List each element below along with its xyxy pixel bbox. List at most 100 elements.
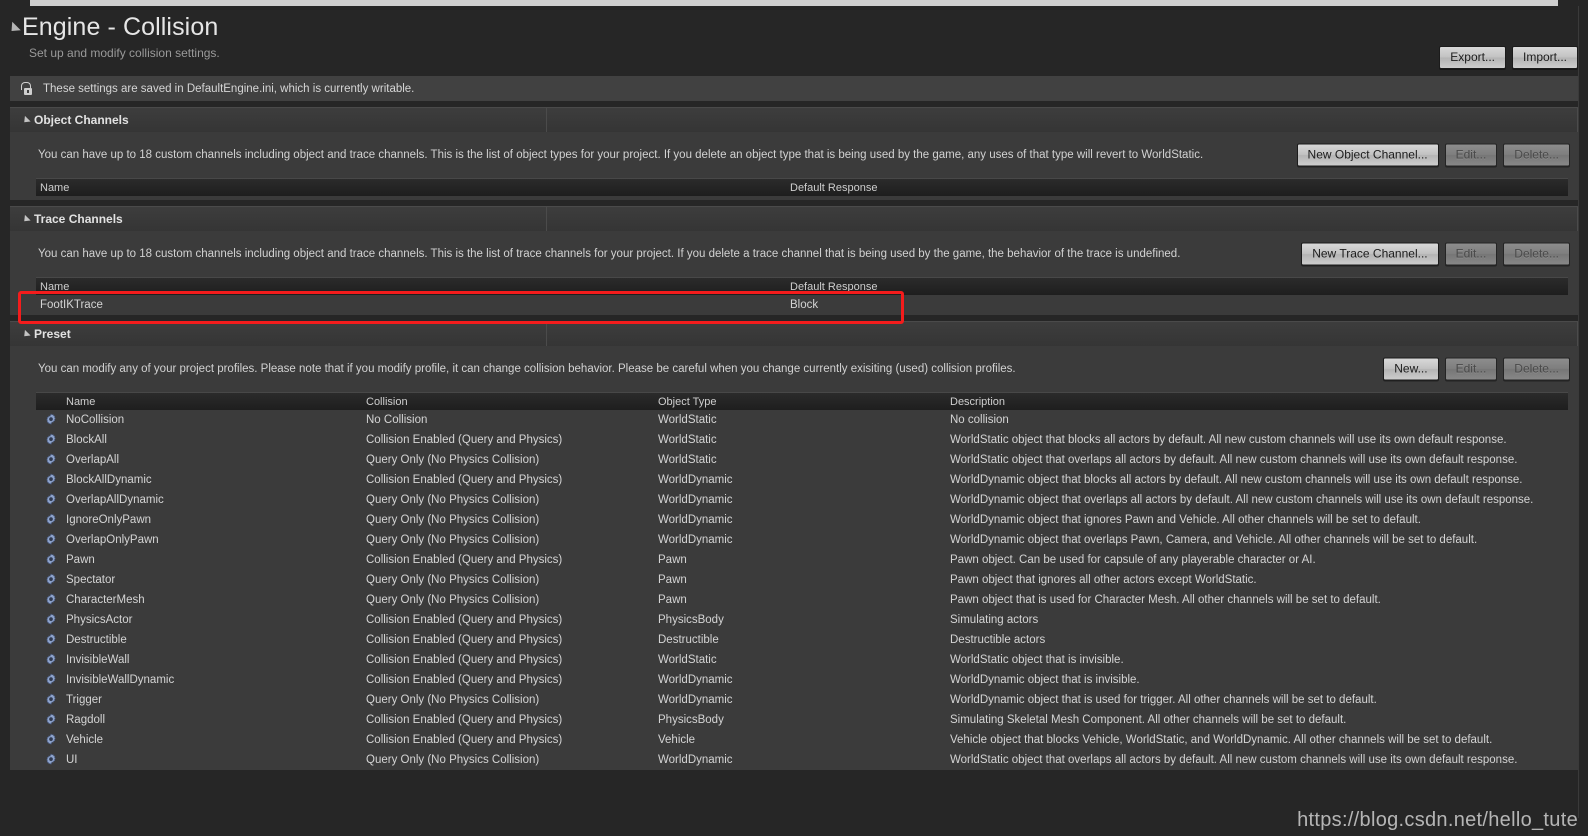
delete-object-channel-button[interactable]: Delete... [1503,143,1570,167]
preset-gear-icon [36,633,62,647]
table-row[interactable]: OverlapAllDynamic Query Only (No Physics … [36,490,1568,510]
column-header-default-response[interactable]: Default Response [786,281,1186,293]
edit-trace-channel-button[interactable]: Edit... [1444,242,1498,266]
gear-icon [46,673,56,685]
table-row[interactable]: InvisibleWallDynamic Collision Enabled (Q… [36,670,1568,690]
table-row[interactable]: NoCollision No Collision WorldStatic No col… [36,410,1568,430]
object-channels-desc-row: You can have up to 18 custom channels in… [10,132,1578,178]
header-buttons: Export... Import... [1439,46,1578,69]
gear-icon [46,753,56,765]
preset-table-header: Name Collision Object Type Description [36,392,1568,410]
preset-gear-icon [36,613,62,627]
table-row[interactable]: InvisibleWall Collision Enabled (Query an… [36,650,1568,670]
table-row[interactable]: Ragdoll Collision Enabled (Query and Phys… [36,710,1568,730]
cell-object-type: WorldStatic [658,434,717,446]
column-header-name[interactable]: Name [36,182,786,194]
chevron-down-icon[interactable] [21,214,31,224]
cell-collision: No Collision [366,414,428,426]
table-row[interactable]: OverlapAll Query Only (No Physics Collisi… [36,450,1568,470]
edit-object-channel-button[interactable]: Edit... [1444,143,1498,167]
right-scroll-rail[interactable] [1578,6,1588,836]
table-row[interactable]: Vehicle Collision Enabled (Query and Phys… [36,730,1568,750]
object-channels-body: You can have up to 18 custom channels in… [10,132,1578,200]
cell-collision: Query Only (No Physics Collision) [366,534,540,546]
cell-name: PhysicsActor [66,614,133,626]
table-row[interactable]: IgnoreOnlyPawn Query Only (No Physics Col… [36,510,1568,530]
cell-default-response: Block [790,299,819,311]
export-button[interactable]: Export... [1439,46,1506,69]
collapse-triangle-icon[interactable] [7,21,21,36]
cell-collision: Collision Enabled (Query and Physics) [366,634,563,646]
cell-name: Spectator [66,574,116,586]
cell-description: WorldDynamic object that overlaps Pawn, … [950,534,1478,546]
gear-icon [46,733,56,745]
gear-icon [46,533,56,545]
column-header-description[interactable]: Description [946,396,1546,408]
table-row[interactable]: Destructible Collision Enabled (Query and… [36,630,1568,650]
column-header-collision[interactable]: Collision [362,396,654,408]
delete-preset-button[interactable]: Delete... [1503,357,1570,381]
table-row[interactable]: Trigger Query Only (No Physics Collision)… [36,690,1568,710]
new-preset-button[interactable]: New... [1383,357,1439,381]
cell-name: BlockAll [66,434,107,446]
chevron-down-icon[interactable] [21,115,31,125]
object-channels-header[interactable]: Object Channels [10,107,1578,132]
table-row[interactable]: CharacterMesh Query Only (No Physics Coll… [36,590,1568,610]
preset-gear-icon [36,533,62,547]
cell-description: WorldDynamic object that is invisible. [950,674,1140,686]
delete-trace-channel-button[interactable]: Delete... [1503,242,1570,266]
column-header-name[interactable]: Name [36,281,786,293]
new-trace-channel-button[interactable]: New Trace Channel... [1301,242,1439,266]
preset-section: Preset You can modify any of your projec… [0,321,1588,770]
gear-icon [46,653,56,665]
column-header-object-type[interactable]: Object Type [654,396,946,408]
cell-object-type: WorldStatic [658,454,717,466]
table-row[interactable]: Pawn Collision Enabled (Query and Physics… [36,550,1568,570]
cell-collision: Query Only (No Physics Collision) [366,574,540,586]
cell-name: CharacterMesh [66,594,145,606]
cell-collision: Query Only (No Physics Collision) [366,694,540,706]
new-object-channel-button[interactable]: New Object Channel... [1296,143,1439,167]
trace-channels-header[interactable]: Trace Channels [10,206,1578,231]
table-row[interactable]: OverlapOnlyPawn Query Only (No Physics Co… [36,530,1568,550]
cell-object-type: WorldDynamic [658,754,733,766]
preset-gear-icon [36,473,62,487]
table-row[interactable]: PhysicsActor Collision Enabled (Query and… [36,610,1568,630]
import-button[interactable]: Import... [1511,46,1578,69]
object-channels-section: Object Channels You can have up to 18 cu… [0,107,1588,200]
cell-collision: Collision Enabled (Query and Physics) [366,714,563,726]
table-row[interactable]: BlockAll Collision Enabled (Query and Phy… [36,430,1568,450]
preset-header[interactable]: Preset [10,321,1578,346]
table-row[interactable]: BlockAllDynamic Collision Enabled (Query … [36,470,1568,490]
preset-buttons: New... Edit... Delete... [1383,357,1570,381]
trace-channels-description: You can have up to 18 custom channels in… [38,248,1181,260]
object-channels-rows [36,196,1568,200]
gear-icon [46,453,56,465]
trace-channels-table-header: Name Default Response [36,277,1568,295]
preset-rows: NoCollision No Collision WorldStatic No col… [36,410,1568,770]
preset-gear-icon [36,593,62,607]
table-row[interactable]: Spectator Query Only (No Physics Collisio… [36,570,1568,590]
object-channels-title: Object Channels [34,113,129,127]
cell-description: WorldStatic object that overlaps all act… [950,454,1518,466]
cell-object-type: Pawn [658,554,687,566]
preset-gear-icon [36,733,62,747]
column-header-default-response[interactable]: Default Response [786,182,1186,194]
cell-name: UI [66,754,78,766]
trace-channels-title: Trace Channels [34,212,123,226]
cell-name: InvisibleWallDynamic [66,674,175,686]
table-row[interactable]: UI Query Only (No Physics Collision) World… [36,750,1568,770]
cell-name: FootIKTrace [40,299,103,311]
gear-icon [46,413,56,425]
cell-collision: Collision Enabled (Query and Physics) [366,554,563,566]
cell-description: Destructible actors [950,634,1046,646]
table-row[interactable]: FootIKTrace Block [36,295,1568,315]
gear-icon [46,693,56,705]
column-header-name[interactable]: Name [62,396,362,408]
cell-description: WorldDynamic object that is used for tri… [950,694,1377,706]
chevron-down-icon[interactable] [21,329,31,339]
preset-gear-icon [36,693,62,707]
edit-preset-button[interactable]: Edit... [1444,357,1498,381]
cell-description: WorldStatic object that blocks all actor… [950,434,1507,446]
gear-icon [46,433,56,445]
